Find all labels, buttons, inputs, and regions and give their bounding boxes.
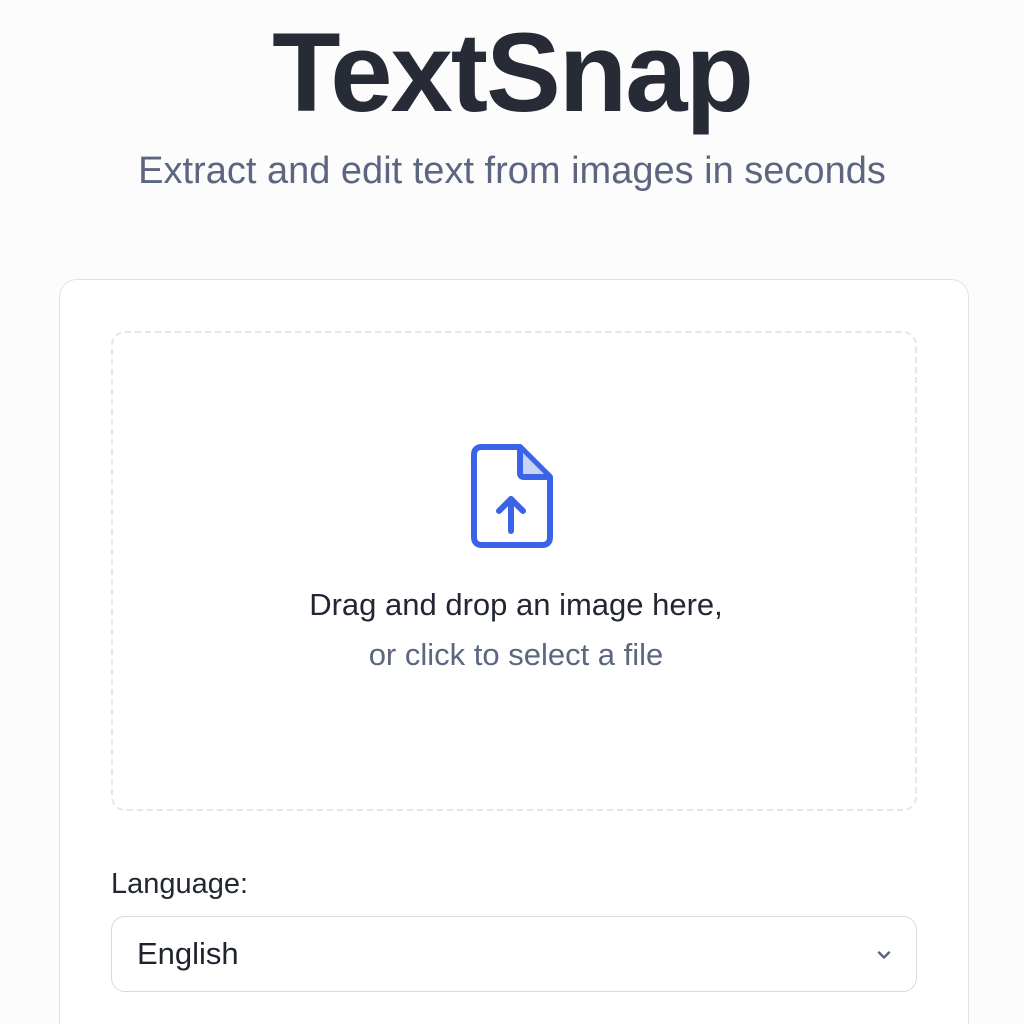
- language-select[interactable]: English: [111, 916, 917, 992]
- app-subtitle: Extract and edit text from images in sec…: [138, 150, 886, 192]
- select-file-link[interactable]: or click to select a file: [113, 634, 919, 676]
- page: TextSnap Extract and edit text from imag…: [0, 0, 1024, 1024]
- file-upload-icon: [471, 444, 553, 548]
- upload-card: Drag and drop an image here, or click to…: [59, 279, 969, 1024]
- image-dropzone[interactable]: Drag and drop an image here, or click to…: [111, 331, 917, 811]
- language-label: Language:: [111, 868, 249, 900]
- dropzone-primary-text: Drag and drop an image here,: [309, 587, 723, 622]
- chevron-down-icon: [877, 951, 891, 959]
- app-title: TextSnap: [272, 10, 754, 135]
- language-selected-value: English: [137, 936, 239, 971]
